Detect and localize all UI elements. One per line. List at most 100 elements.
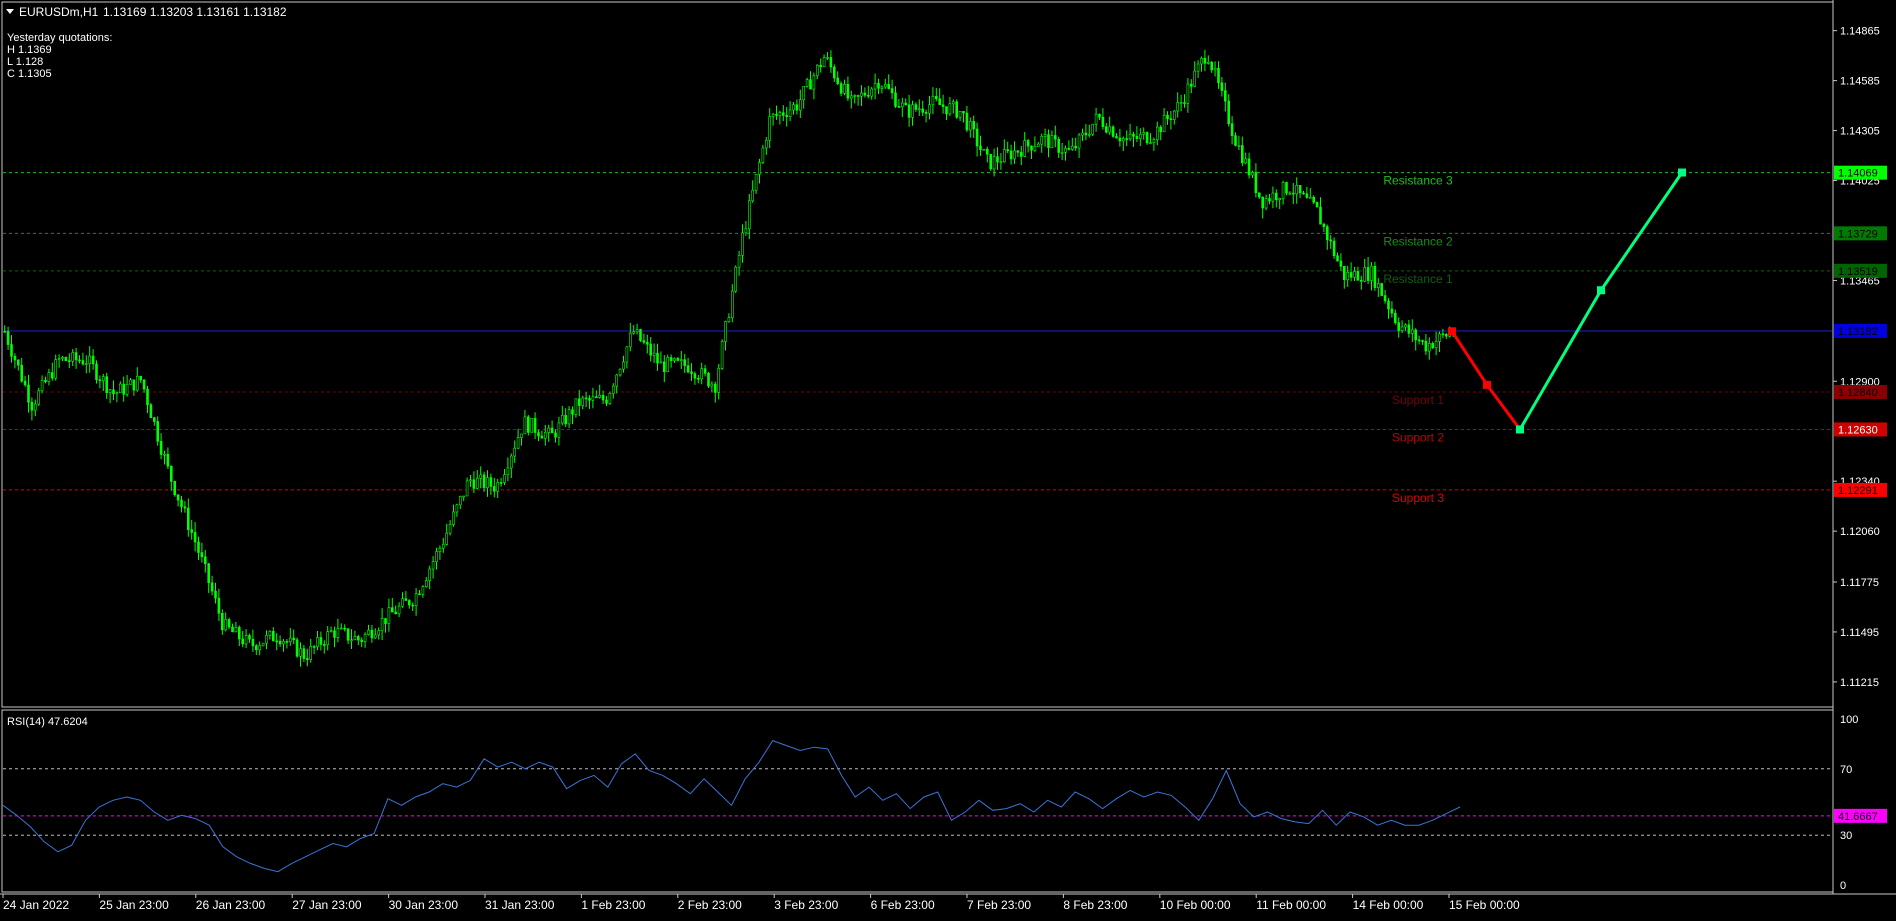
candle-body	[1128, 133, 1132, 139]
candle-body	[47, 372, 51, 383]
candle-body	[1237, 145, 1241, 147]
candle-body	[1397, 322, 1400, 331]
candle-body	[373, 634, 377, 639]
candle-body	[85, 363, 88, 365]
candle-body	[775, 113, 778, 116]
candle-body	[1404, 324, 1407, 328]
candle-body	[441, 544, 445, 549]
candle-body	[1030, 145, 1033, 151]
time-tick-label: 3 Feb 23:00	[774, 898, 838, 912]
candle-body	[1135, 136, 1139, 139]
candle-body	[1047, 134, 1050, 149]
candle-body	[924, 112, 928, 114]
candle-body	[251, 638, 255, 647]
candle-body	[1227, 100, 1230, 125]
candle-body	[554, 432, 557, 438]
candle-body	[1309, 196, 1312, 199]
candle-body	[465, 480, 469, 497]
candle-body	[319, 637, 323, 645]
candle-body	[972, 121, 976, 130]
candle-body	[768, 116, 772, 141]
candle-body	[747, 200, 751, 230]
chart-canvas[interactable]: Resistance 3 Resistance 2 Resistance 1 Supp…	[0, 0, 1896, 916]
price-tag-label: 1.12840	[1838, 387, 1878, 399]
candle-body	[1224, 90, 1227, 102]
candle-body	[136, 375, 139, 391]
candle-body	[1292, 192, 1295, 195]
candle-body	[353, 636, 357, 640]
candle-body	[1414, 329, 1417, 341]
candle-body	[1230, 123, 1234, 136]
candle-body	[54, 359, 58, 379]
candle-body	[1261, 196, 1264, 209]
level-label: Support 3	[1392, 491, 1444, 505]
candle-body	[309, 646, 313, 660]
candle-body	[1077, 134, 1081, 149]
candle-body	[414, 593, 418, 606]
candle-body	[673, 358, 676, 361]
forecast-point	[1678, 168, 1686, 177]
candle-body	[1016, 150, 1020, 153]
candle-body	[965, 112, 969, 131]
forecast-point	[1516, 425, 1524, 434]
candle-body	[407, 600, 411, 606]
candle-body	[703, 368, 707, 374]
candle-body	[302, 648, 306, 659]
candle-body	[343, 627, 347, 630]
candle-body	[812, 75, 816, 90]
candle-body	[1411, 329, 1414, 334]
candle-body	[234, 627, 238, 633]
candle-body	[914, 104, 918, 110]
candle-body	[431, 561, 435, 570]
candle-body	[1428, 343, 1431, 352]
candle-body	[863, 92, 867, 96]
rsi-tick-label: 70	[1840, 764, 1852, 776]
candle-body	[428, 568, 432, 581]
candle-body	[1111, 126, 1115, 137]
candle-body	[1445, 334, 1448, 337]
price-tick-label: 1.11775	[1840, 577, 1879, 589]
price-tick-label: 1.11495	[1840, 627, 1879, 639]
candle-body	[13, 355, 17, 361]
candle-body	[533, 418, 537, 433]
time-axis: 24 Jan 2022 25 Jan 23:00 26 Jan 23:00 27 Ja…	[2, 894, 1520, 912]
price-axis: 1.148651.145851.143051.140251.134651.129…	[1833, 26, 1887, 689]
level-label: Resistance 2	[1383, 234, 1453, 248]
candle-body	[187, 507, 190, 530]
candle-body	[1145, 132, 1149, 144]
candle-body	[496, 482, 500, 492]
time-tick-label: 15 Feb 00:00	[1449, 898, 1520, 912]
candle-body	[285, 641, 289, 643]
candle-body	[424, 580, 428, 587]
candle-body	[880, 86, 884, 89]
candle-body	[676, 358, 680, 361]
candle-body	[367, 629, 370, 635]
candle-body	[618, 368, 622, 376]
candle-body	[1019, 152, 1023, 157]
candle-body	[1366, 267, 1370, 281]
candle-body	[1322, 223, 1326, 227]
candle-body	[1288, 192, 1292, 195]
candle-body	[1434, 341, 1438, 349]
candle-body	[560, 415, 564, 424]
candle-body	[625, 346, 629, 363]
candle-body	[792, 104, 795, 111]
candle-body	[727, 317, 731, 322]
time-tick-label: 14 Feb 00:00	[1353, 898, 1424, 912]
candles-layer	[3, 49, 1455, 667]
candle-body	[1329, 239, 1332, 242]
candle-body	[707, 373, 710, 387]
candle-body	[622, 361, 625, 370]
candle-body	[33, 403, 37, 411]
candle-body	[1312, 196, 1315, 203]
price-tick-label: 1.14305	[1840, 126, 1880, 138]
candle-body	[805, 79, 809, 87]
candle-body	[1271, 192, 1275, 202]
candle-body	[1043, 134, 1047, 137]
collapse-triangle-icon[interactable]	[6, 9, 14, 14]
candle-body	[40, 379, 44, 392]
rsi-layer: 100 70 30 0 41.6667	[2, 714, 1887, 892]
candle-body	[1213, 68, 1217, 71]
candle-body	[1142, 132, 1145, 135]
candle-body	[1152, 139, 1156, 143]
